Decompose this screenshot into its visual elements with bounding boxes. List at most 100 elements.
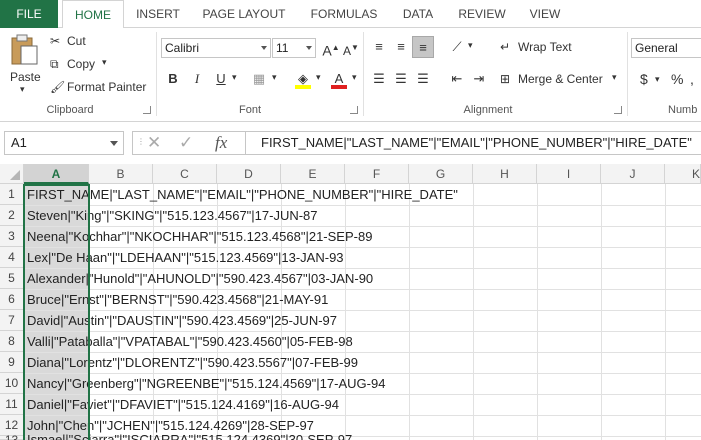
column-header[interactable]: I (537, 164, 601, 184)
align-right-icon[interactable]: ☰ (412, 68, 434, 90)
select-all-corner[interactable] (0, 164, 24, 184)
align-bottom-icon[interactable]: ≡ (412, 36, 434, 58)
chevron-down-icon (306, 46, 312, 50)
formula-input[interactable]: FIRST_NAME|"LAST_NAME"|"EMAIL"|"PHONE_NU… (245, 131, 701, 155)
tab-formulas[interactable]: FORMULAS (302, 0, 386, 28)
tab-home[interactable]: HOME (62, 0, 124, 29)
underline-dropdown-icon[interactable]: ▾ (232, 72, 237, 83)
merge-center-button[interactable]: Merge & Center (518, 72, 603, 86)
orientation-dropdown-icon[interactable]: ▾ (468, 40, 473, 51)
alignment-launcher-icon[interactable] (614, 106, 622, 114)
align-center-icon[interactable]: ☰ (390, 68, 412, 90)
row-header[interactable]: 5 (0, 268, 24, 289)
merge-dropdown-icon[interactable]: ▾ (612, 72, 617, 83)
font-color-icon[interactable]: A (328, 68, 350, 90)
format-painter-icon: 🖌 (50, 80, 66, 94)
clipboard-launcher-icon[interactable] (143, 106, 151, 114)
increase-indent-icon[interactable]: ⇥ (468, 68, 490, 90)
font-size-select[interactable]: 11 (272, 38, 316, 58)
fill-color-dropdown-icon[interactable]: ▾ (316, 72, 321, 83)
paste-button[interactable]: Paste ▾ (6, 32, 42, 96)
italic-button[interactable]: I (186, 68, 208, 90)
decrease-font-icon[interactable]: A▼ (340, 37, 362, 59)
column-header[interactable]: K (665, 164, 701, 184)
row-header[interactable]: 8 (0, 331, 24, 352)
grid-line (473, 184, 474, 440)
row-header[interactable]: 3 (0, 226, 24, 247)
row-header[interactable]: 11 (0, 394, 24, 415)
align-left-icon[interactable]: ☰ (368, 68, 390, 90)
borders-dropdown-icon[interactable]: ▾ (272, 72, 277, 83)
column-header[interactable]: B (89, 164, 153, 184)
row-header[interactable]: 7 (0, 310, 24, 331)
currency-button[interactable]: $ (640, 71, 648, 87)
font-launcher-icon[interactable] (350, 106, 358, 114)
row-header[interactable]: 10 (0, 373, 24, 394)
selection-border (23, 184, 90, 440)
font-color-dropdown-icon[interactable]: ▾ (352, 72, 357, 83)
column-header[interactable]: C (153, 164, 217, 184)
increase-font-icon[interactable]: A▲ (320, 37, 342, 59)
tab-review[interactable]: REVIEW (452, 0, 512, 28)
percent-button[interactable]: % (671, 71, 683, 87)
align-top-icon[interactable]: ≡ (368, 36, 390, 58)
format-painter-button[interactable]: Format Painter (67, 80, 146, 94)
cancel-icon[interactable]: ✕ (147, 133, 161, 153)
row-header[interactable]: 4 (0, 247, 24, 268)
paste-dropdown-icon[interactable]: ▾ (20, 84, 25, 95)
cell-a1[interactable]: FIRST_NAME|"LAST_NAME"|"EMAIL"|"PHONE_NU… (27, 184, 458, 205)
number-format-select[interactable]: General (631, 38, 701, 58)
column-header[interactable]: G (409, 164, 473, 184)
column-header[interactable]: H (473, 164, 537, 184)
cut-button[interactable]: Cut (67, 34, 86, 48)
row-header[interactable]: 2 (0, 205, 24, 226)
column-header[interactable]: F (345, 164, 409, 184)
column-header[interactable]: D (217, 164, 281, 184)
resize-handle-icon[interactable]: ⋮ (137, 137, 145, 146)
formula-buttons: ⋮ ✕ ✓ fx (132, 131, 245, 155)
copy-icon: ⧉ (50, 57, 59, 71)
orientation-icon[interactable]: ⟋ (446, 36, 468, 58)
excel-window: FILE HOME INSERT PAGE LAYOUT FORMULAS DA… (0, 0, 701, 440)
column-header[interactable]: A (24, 164, 89, 184)
wrap-text-button[interactable]: Wrap Text (518, 40, 572, 54)
grid-line (601, 184, 602, 440)
group-divider (363, 32, 364, 116)
insert-function-icon[interactable]: fx (215, 133, 227, 153)
row-header[interactable]: 9 (0, 352, 24, 373)
currency-dropdown-icon[interactable]: ▾ (655, 74, 660, 85)
name-box[interactable]: A1 (4, 131, 124, 155)
tab-data[interactable]: DATA (392, 0, 444, 28)
fill-color-icon[interactable]: ◈ (292, 68, 314, 90)
underline-button[interactable]: U (210, 68, 232, 90)
group-divider (627, 32, 628, 116)
wrap-text-icon: ↵ (500, 40, 511, 54)
font-name-select[interactable]: Calibri (161, 38, 271, 58)
tab-view[interactable]: VIEW (522, 0, 568, 28)
font-size-value: 11 (276, 41, 289, 55)
bold-button[interactable]: B (162, 68, 184, 90)
number-format-value: General (635, 41, 678, 55)
enter-icon[interactable]: ✓ (179, 133, 193, 153)
column-header[interactable]: E (281, 164, 345, 184)
copy-button[interactable]: Copy (67, 57, 95, 71)
group-divider (156, 32, 157, 116)
borders-icon[interactable]: ▦ (248, 68, 270, 90)
tab-page-layout[interactable]: PAGE LAYOUT (196, 0, 292, 28)
align-middle-icon[interactable]: ≡ (390, 36, 412, 58)
comma-style-icon[interactable]: , (690, 71, 694, 87)
alignment-group-label: Alignment (463, 104, 513, 116)
ribbon-home: Paste ▾ ✂ Cut ⧉ Copy ▾ 🖌 Format Painter … (0, 28, 701, 122)
row-header[interactable]: 1 (0, 184, 24, 205)
copy-dropdown-icon[interactable]: ▾ (102, 57, 107, 68)
tab-file[interactable]: FILE (0, 0, 58, 28)
column-header[interactable]: J (601, 164, 665, 184)
font-group-label: Font (238, 104, 261, 116)
row-header[interactable]: 13 (0, 434, 24, 440)
ribbon-tabs: FILE HOME INSERT PAGE LAYOUT FORMULAS DA… (0, 0, 701, 29)
decrease-indent-icon[interactable]: ⇤ (446, 68, 468, 90)
row-header[interactable]: 6 (0, 289, 24, 310)
chevron-down-icon (261, 46, 267, 50)
clipboard-group-label: Clipboard (46, 104, 94, 116)
tab-insert[interactable]: INSERT (128, 0, 188, 28)
